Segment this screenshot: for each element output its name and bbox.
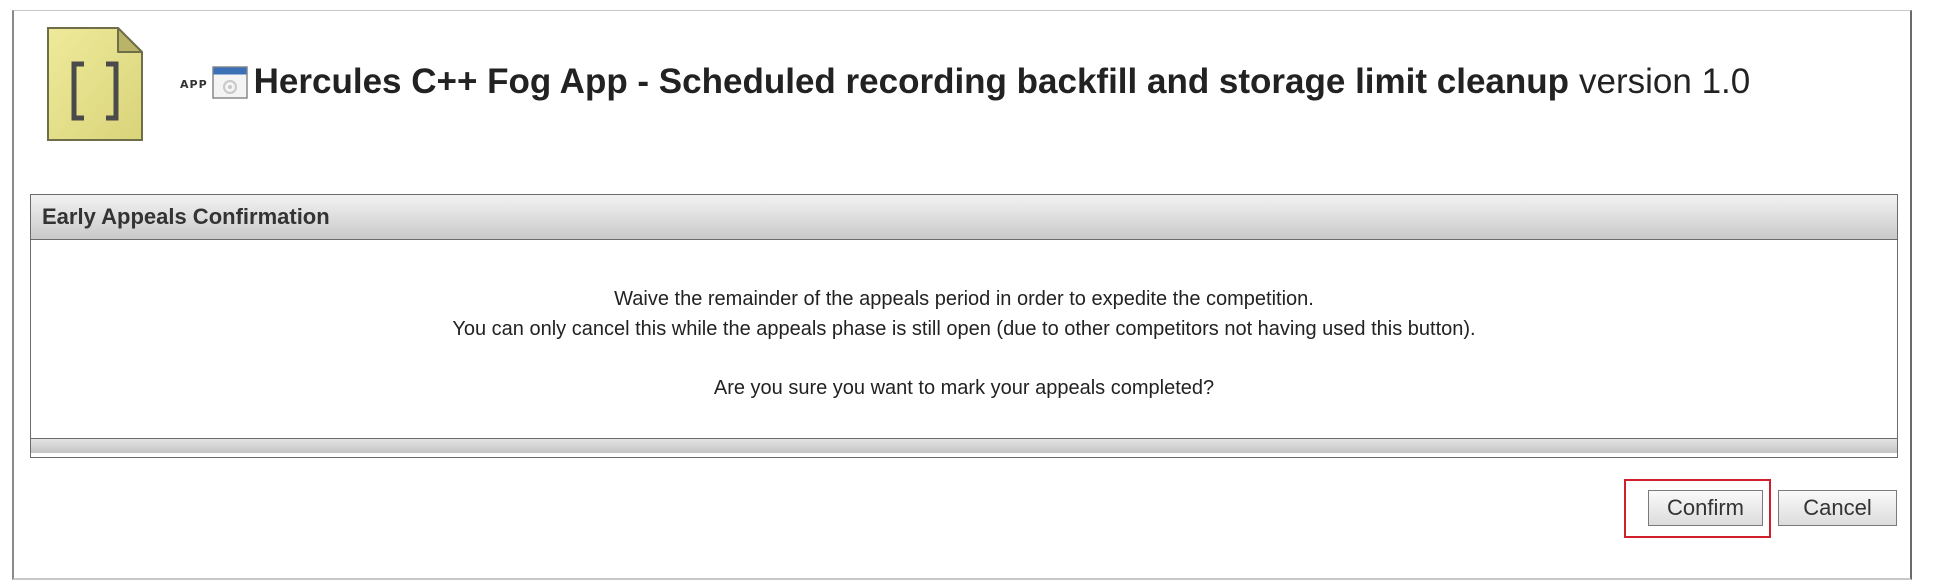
- confirmation-panel: Early Appeals Confirmation Waive the rem…: [30, 194, 1898, 458]
- version-label: version 1.0: [1579, 62, 1751, 101]
- panel-header: Early Appeals Confirmation: [31, 195, 1897, 240]
- code-document-icon: [47, 27, 143, 141]
- cancel-button[interactable]: Cancel: [1778, 490, 1897, 526]
- page-header: APP Hercules C++ Fog App - Scheduled rec…: [34, 14, 1894, 144]
- confirmation-question: Are you sure you want to mark your appea…: [713, 377, 1215, 399]
- panel-title: Early Appeals Confirmation: [42, 204, 330, 229]
- panel-body: Waive the remainder of the appeals perio…: [31, 240, 1897, 438]
- app-tag: APP: [180, 77, 208, 91]
- message-line: Waive the remainder of the appeals perio…: [614, 288, 1314, 310]
- confirm-button[interactable]: Confirm: [1648, 490, 1763, 526]
- title-row: APP Hercules C++ Fog App - Scheduled rec…: [180, 62, 1751, 101]
- message-line: You can only cancel this while the appea…: [452, 318, 1476, 340]
- app-window-icon: [211, 65, 248, 99]
- panel-footer: [31, 438, 1897, 453]
- page-title: Hercules C++ Fog App - Scheduled recordi…: [253, 62, 1570, 101]
